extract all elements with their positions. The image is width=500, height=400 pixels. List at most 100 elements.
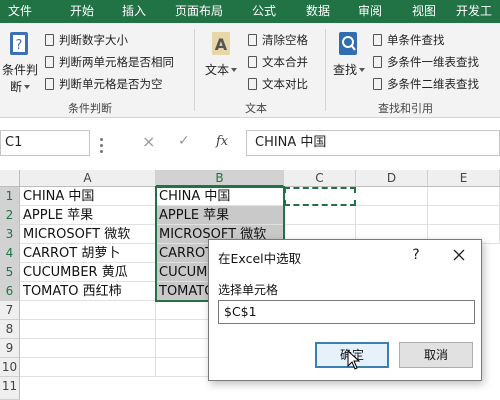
cell-a10[interactable] xyxy=(20,358,156,377)
formula-bar: C1 × ✓ fx CHINA 中国 xyxy=(0,118,500,170)
group-label-lookup: 查找和引用 xyxy=(378,102,433,115)
tab-review[interactable]: 审阅 xyxy=(350,0,390,23)
drag-handle-dot xyxy=(100,138,103,141)
formula-input[interactable]: CHINA 中国 xyxy=(247,130,500,156)
document-icon xyxy=(248,56,257,68)
help-button[interactable]: ? xyxy=(407,245,425,265)
column-header-b[interactable]: B xyxy=(156,170,284,187)
tab-data[interactable]: 数据 xyxy=(298,0,338,23)
multi-condition-2d-lookup-button[interactable]: 多条件二维表查找 xyxy=(373,75,479,93)
multi-condition-1d-lookup-button[interactable]: 多条件一维表查找 xyxy=(373,53,479,71)
mouse-cursor-icon xyxy=(347,349,361,374)
single-condition-lookup-button[interactable]: 单条件查找 xyxy=(373,31,445,49)
column-header-c[interactable]: C xyxy=(284,170,356,187)
condition-judge-button[interactable]: ? 条件判 断 xyxy=(0,31,40,95)
condition-judge-label-1: 条件判 xyxy=(1,63,38,77)
select-cell-label: 选择单元格 xyxy=(218,283,279,297)
cell-a2[interactable]: APPLE 苹果 xyxy=(20,206,156,225)
cell-b2[interactable]: APPLE 苹果 xyxy=(156,206,284,225)
svg-text:A: A xyxy=(215,35,228,54)
cell-e2[interactable] xyxy=(428,206,500,225)
cell-d2[interactable] xyxy=(356,206,428,225)
cell-a4[interactable]: CARROT 胡萝卜 xyxy=(20,244,156,263)
insert-function-icon[interactable]: fx xyxy=(216,134,228,149)
tab-formulas[interactable]: 公式 xyxy=(244,0,284,23)
tab-view[interactable]: 视图 xyxy=(404,0,444,23)
row-header[interactable]: 4 xyxy=(0,244,20,263)
tab-home[interactable]: 开始 xyxy=(62,0,102,23)
column-header-e[interactable]: E xyxy=(428,170,500,187)
judge-cell-empty-button[interactable]: 判断单元格是否为空 xyxy=(45,75,163,93)
document-icon xyxy=(45,34,54,46)
svg-text:?: ? xyxy=(16,38,23,53)
document-icon xyxy=(248,78,257,90)
cell-b1[interactable]: CHINA 中国 xyxy=(156,187,284,206)
cell-a7[interactable] xyxy=(20,301,156,320)
excel-window: 文件 开始 插入 页面布局 公式 数据 审阅 视图 开发工 ? 条件判 断 判断… xyxy=(0,0,500,400)
document-icon xyxy=(45,56,54,68)
text-button[interactable]: A 文本 xyxy=(200,31,242,78)
ribbon-tab-bar: 文件 开始 插入 页面布局 公式 数据 审阅 视图 开发工 xyxy=(0,0,500,23)
enter-icon[interactable]: ✓ xyxy=(178,133,190,149)
document-icon xyxy=(248,34,257,46)
lookup-button-label: 查找 xyxy=(331,61,367,78)
document-icon xyxy=(373,56,382,68)
row-header[interactable]: 10 xyxy=(0,358,20,377)
book-question-icon: ? xyxy=(8,31,32,57)
group-label-text: 文本 xyxy=(245,102,267,115)
row-header[interactable]: 2 xyxy=(0,206,20,225)
row-header[interactable]: 7 xyxy=(0,301,20,320)
cell-d1[interactable] xyxy=(356,187,428,206)
ribbon: ? 条件判 断 判断数字大小 判断两单元格是否相同 判断单元格是否为空 条件判断… xyxy=(0,23,500,118)
tab-page-layout[interactable]: 页面布局 xyxy=(168,0,230,23)
cell-e1[interactable] xyxy=(428,187,500,206)
cell-a6[interactable]: TOMATO 西红柿 xyxy=(20,282,156,301)
cancel-icon[interactable]: × xyxy=(142,132,155,151)
column-header-a[interactable]: A xyxy=(20,170,156,187)
cell-a5[interactable]: CUCUMBER 黄瓜 xyxy=(20,263,156,282)
select-all-corner[interactable] xyxy=(0,170,20,187)
name-box[interactable]: C1 xyxy=(0,130,90,156)
document-icon xyxy=(373,78,382,90)
cell-a1[interactable]: CHINA 中国 xyxy=(20,187,156,206)
group-label-condition: 条件判断 xyxy=(68,102,112,115)
cell-a3[interactable]: MICROSOFT 微软 xyxy=(20,225,156,244)
text-compare-button[interactable]: 文本对比 xyxy=(248,75,308,93)
tab-insert[interactable]: 插入 xyxy=(114,0,154,23)
text-button-label: 文本 xyxy=(200,61,242,78)
column-header-d[interactable]: D xyxy=(356,170,428,187)
lookup-button[interactable]: 查找 xyxy=(331,31,367,78)
row-header[interactable]: 9 xyxy=(0,339,20,358)
cell-a9[interactable] xyxy=(20,339,156,358)
formula-bar-buttons: × ✓ fx xyxy=(138,130,246,156)
row-header[interactable]: 5 xyxy=(0,263,20,282)
cell-c1-marquee[interactable] xyxy=(284,187,356,206)
drag-handle-dot xyxy=(100,150,103,153)
cell-reference-input[interactable]: $C$1 xyxy=(218,300,475,324)
text-a-icon: A xyxy=(209,31,233,57)
row-header[interactable]: 3 xyxy=(0,225,20,244)
judge-two-cells-same-button[interactable]: 判断两单元格是否相同 xyxy=(45,53,174,71)
dialog-title: 在Excel中选取 xyxy=(218,251,302,266)
text-merge-button[interactable]: 文本合并 xyxy=(248,53,308,71)
tab-developer[interactable]: 开发工 xyxy=(456,0,500,23)
cell-a8[interactable] xyxy=(20,320,156,339)
condition-judge-label-2: 断 xyxy=(0,78,40,95)
cell-c2[interactable] xyxy=(284,206,356,225)
tab-file[interactable]: 文件 xyxy=(0,0,40,23)
drag-handle-dot xyxy=(100,144,103,147)
search-book-icon xyxy=(337,31,361,57)
clear-spaces-button[interactable]: 清除空格 xyxy=(248,31,308,49)
row-header[interactable]: 1 xyxy=(0,187,20,206)
document-icon xyxy=(45,78,54,90)
group-divider xyxy=(325,29,326,111)
row-header[interactable]: 8 xyxy=(0,320,20,339)
document-icon xyxy=(373,34,382,46)
close-icon[interactable] xyxy=(449,245,469,265)
judge-number-size-button[interactable]: 判断数字大小 xyxy=(45,31,128,49)
row-header[interactable]: 11 xyxy=(0,377,20,400)
cancel-button[interactable]: 取消 xyxy=(399,342,473,368)
row-header[interactable]: 6 xyxy=(0,282,20,301)
group-divider xyxy=(194,29,195,111)
select-cell-dialog: 在Excel中选取 ? 选择单元格 $C$1 确定 取消 xyxy=(208,239,482,381)
